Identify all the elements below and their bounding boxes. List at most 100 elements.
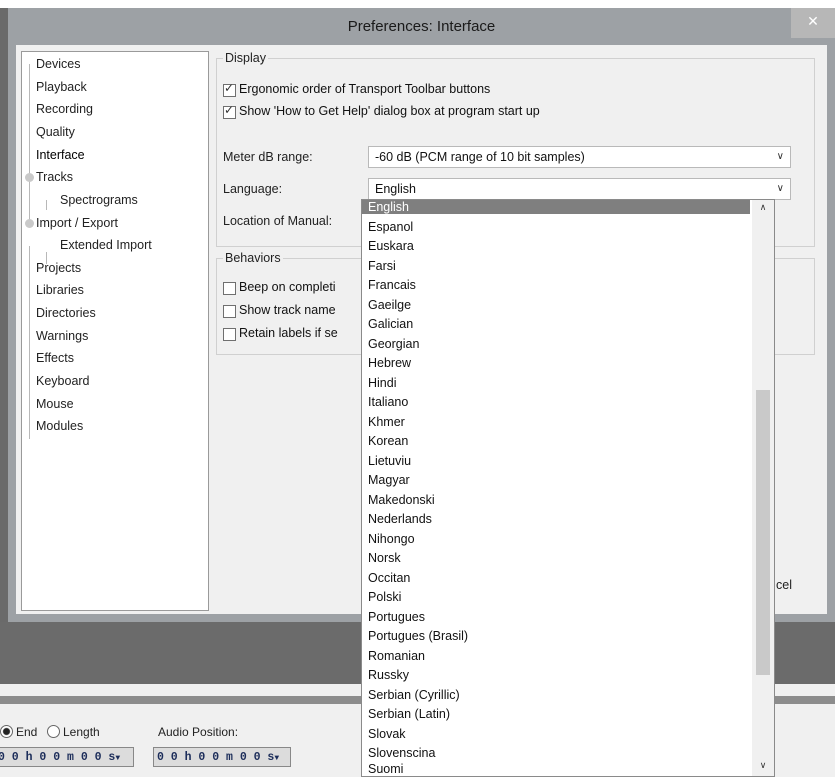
checkbox-icon xyxy=(223,305,236,318)
language-option[interactable]: Nederlands xyxy=(368,512,432,526)
show-help-checkbox[interactable]: ✓ Show 'How to Get Help' dialog box at p… xyxy=(223,103,703,120)
language-option[interactable]: Slovenscina xyxy=(368,746,435,760)
end-label: End xyxy=(16,725,38,739)
language-option-selected[interactable]: English xyxy=(362,200,750,214)
close-icon: ✕ xyxy=(807,13,819,29)
retain-labels-label: Retain labels if se xyxy=(239,326,338,340)
tree-item-mouse[interactable]: Mouse xyxy=(36,397,74,411)
title-bar[interactable]: Preferences: Interface ✕ xyxy=(8,8,835,45)
language-dropdown-list[interactable]: English Espanol Euskara Farsi Francais G… xyxy=(361,199,775,777)
close-button[interactable]: ✕ xyxy=(791,8,835,38)
tree-item-libraries[interactable]: Libraries xyxy=(36,283,84,297)
tree-item-devices[interactable]: Devices xyxy=(36,57,80,71)
ergonomic-order-label: Ergonomic order of Transport Toolbar but… xyxy=(239,82,491,96)
language-option[interactable]: Makedonski xyxy=(368,493,435,507)
tree-item-import-export[interactable]: Import / Export xyxy=(36,216,118,230)
tree-item-tracks[interactable]: Tracks xyxy=(36,170,73,184)
chevron-down-icon[interactable]: ∨ xyxy=(752,760,774,774)
language-option[interactable]: Hindi xyxy=(368,376,397,390)
retain-labels-checkbox[interactable]: Retain labels if se xyxy=(223,326,373,342)
ergonomic-order-checkbox[interactable]: ✓ Ergonomic order of Transport Toolbar b… xyxy=(223,81,703,98)
language-select[interactable]: English ∨ xyxy=(368,178,791,200)
tree-item-spectrograms[interactable]: Spectrograms xyxy=(60,193,138,207)
language-option[interactable]: Suomi xyxy=(368,762,403,776)
language-option[interactable]: Polski xyxy=(368,590,401,604)
tree-item-warnings[interactable]: Warnings xyxy=(36,329,88,343)
show-track-name-label: Show track name xyxy=(239,303,336,317)
language-option[interactable]: Portugues (Brasil) xyxy=(368,629,468,643)
behaviors-section-label: Behaviors xyxy=(223,251,283,265)
tree-item-keyboard[interactable]: Keyboard xyxy=(36,374,90,388)
language-option[interactable]: Occitan xyxy=(368,571,410,585)
show-track-name-checkbox[interactable]: Show track name xyxy=(223,303,373,319)
tree-item-interface[interactable]: Interface xyxy=(36,148,85,162)
tree-line xyxy=(29,246,30,439)
checkbox-icon: ✓ xyxy=(223,103,236,119)
language-option[interactable]: Slovak xyxy=(368,727,406,741)
beep-checkbox[interactable]: Beep on completi xyxy=(223,280,373,296)
tree-item-projects[interactable]: Projects xyxy=(36,261,81,275)
language-option[interactable]: Galician xyxy=(368,317,413,331)
tree-item-recording[interactable]: Recording xyxy=(36,102,93,116)
length-radio-icon xyxy=(47,725,60,738)
display-section-label: Display xyxy=(223,51,268,65)
selection-end-time-value: 0 0 h 0 0 m 0 0 s xyxy=(0,751,116,764)
cancel-button[interactable]: cel xyxy=(776,578,792,592)
language-option[interactable]: Norsk xyxy=(368,551,401,565)
list-scrollbar[interactable]: ∧ ∨ xyxy=(752,200,774,776)
language-option[interactable]: Nihongo xyxy=(368,532,415,546)
checkbox-icon xyxy=(223,282,236,295)
language-option[interactable]: Italiano xyxy=(368,395,408,409)
language-option[interactable]: Lietuviu xyxy=(368,454,411,468)
length-label: Length xyxy=(63,725,100,739)
audio-position-label: Audio Position: xyxy=(158,725,239,739)
tree-line xyxy=(46,200,47,210)
scrollbar-thumb[interactable] xyxy=(756,390,770,675)
language-option[interactable]: Georgian xyxy=(368,337,419,351)
language-option[interactable]: Farsi xyxy=(368,259,396,273)
tree-item-playback[interactable]: Playback xyxy=(36,80,87,94)
language-option[interactable]: Espanol xyxy=(368,220,413,234)
chevron-down-icon: ∨ xyxy=(776,151,784,162)
length-radio[interactable]: Length xyxy=(47,725,100,739)
language-option[interactable]: Serbian (Cyrillic) xyxy=(368,688,460,702)
top-strip xyxy=(0,0,835,8)
language-option[interactable]: Korean xyxy=(368,434,408,448)
category-tree[interactable]: Devices Playback Recording Quality Inter… xyxy=(21,51,209,611)
chevron-up-icon[interactable]: ∧ xyxy=(752,202,774,216)
language-label: Language: xyxy=(223,182,283,196)
language-option[interactable]: Romanian xyxy=(368,649,425,663)
meter-range-value: -60 dB (PCM range of 10 bit samples) xyxy=(375,150,585,164)
meter-range-label: Meter dB range: xyxy=(223,150,313,164)
tree-item-extended-import[interactable]: Extended Import xyxy=(60,238,152,252)
language-option[interactable]: Russky xyxy=(368,668,409,682)
tree-item-effects[interactable]: Effects xyxy=(36,351,74,365)
tree-item-quality[interactable]: Quality xyxy=(36,125,75,139)
end-radio[interactable]: End xyxy=(0,725,37,739)
language-option[interactable]: Francais xyxy=(368,278,416,292)
collapse-icon[interactable] xyxy=(25,219,34,228)
language-option[interactable]: Khmer xyxy=(368,415,405,429)
language-option[interactable]: Magyar xyxy=(368,473,410,487)
chevron-down-icon: ∨ xyxy=(776,183,784,194)
language-option[interactable]: Portugues xyxy=(368,610,425,624)
language-option[interactable]: Serbian (Latin) xyxy=(368,707,450,721)
language-option[interactable]: Hebrew xyxy=(368,356,411,370)
language-option[interactable]: Euskara xyxy=(368,239,414,253)
language-value: English xyxy=(375,182,416,196)
chevron-down-icon: ▼ xyxy=(274,754,280,763)
tree-item-directories[interactable]: Directories xyxy=(36,306,96,320)
beep-label: Beep on completi xyxy=(239,280,336,294)
selection-end-time[interactable]: 0 0 h 0 0 m 0 0 s▼ xyxy=(0,747,134,767)
tree-item-modules[interactable]: Modules xyxy=(36,419,83,433)
meter-range-select[interactable]: -60 dB (PCM range of 10 bit samples) ∨ xyxy=(368,146,791,168)
tree-line xyxy=(29,64,30,224)
audio-position-time[interactable]: 0 0 h 0 0 m 0 0 s▼ xyxy=(153,747,291,767)
left-edge xyxy=(0,8,8,668)
language-option[interactable]: Gaeilge xyxy=(368,298,411,312)
collapse-icon[interactable] xyxy=(25,173,34,182)
manual-location-label: Location of Manual: xyxy=(223,214,333,228)
end-radio-icon xyxy=(0,725,13,738)
chevron-down-icon: ▼ xyxy=(115,754,121,763)
check-icon: ✓ xyxy=(224,81,235,95)
